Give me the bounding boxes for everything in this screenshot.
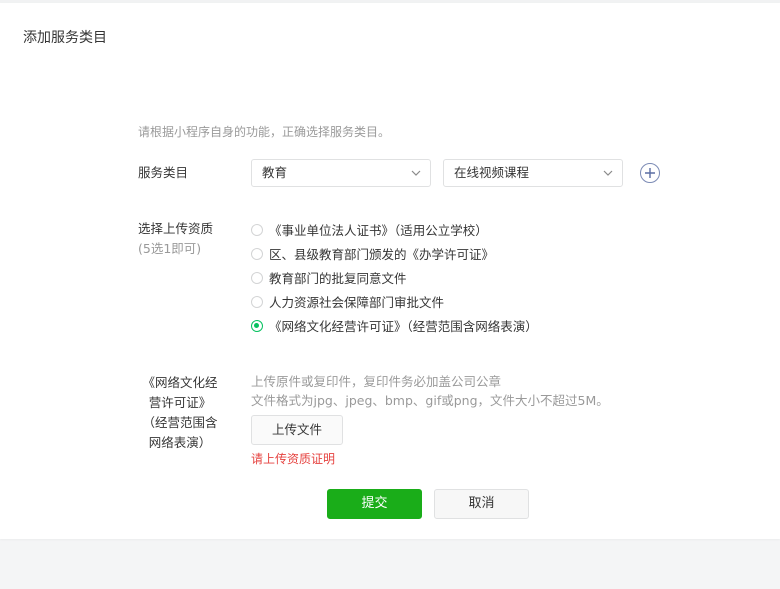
radio-circle[interactable]: [251, 296, 263, 308]
qualification-option[interactable]: 区、县级教育部门颁发的《办学许可证》: [251, 243, 538, 267]
qualification-option[interactable]: 人力资源社会保障部门审批文件: [251, 291, 538, 315]
upload-label-line: 营许可证》: [148, 395, 212, 410]
qualification-option-label: 区、县级教育部门颁发的《办学许可证》: [269, 247, 495, 262]
qualification-label: 选择上传资质 (5选1即可): [138, 219, 213, 259]
category-label: 服务类目: [138, 165, 189, 180]
upload-desc-line: 上传原件或复印件，复印件务必加盖公司公章: [251, 374, 502, 389]
chevron-down-icon: [411, 170, 421, 176]
upload-label-line: 《网络文化经: [142, 375, 218, 390]
upload-file-button[interactable]: 上传文件: [251, 415, 343, 445]
category-primary-select[interactable]: 教育: [251, 159, 431, 187]
qualification-option[interactable]: 教育部门的批复同意文件: [251, 267, 538, 291]
dialog-title: 添加服务类目: [23, 30, 107, 46]
add-category-panel: 添加服务类目 请根据小程序自身的功能，正确选择服务类目。 服务类目 教育 在线视…: [0, 3, 780, 539]
plus-icon: [645, 168, 655, 178]
category-secondary-select[interactable]: 在线视频课程: [443, 159, 623, 187]
qualification-option[interactable]: 《事业单位法人证书》（适用公立学校）: [251, 219, 538, 243]
upload-label-line: 网络表演）: [148, 435, 212, 450]
qualification-option-label: 《事业单位法人证书》（适用公立学校）: [269, 223, 488, 238]
category-secondary-value: 在线视频课程: [454, 165, 530, 180]
radio-circle-checked[interactable]: [251, 320, 263, 332]
radio-circle[interactable]: [251, 224, 263, 236]
category-primary-value: 教育: [262, 165, 288, 180]
qualification-option-label: 《网络文化经营许可证》（经营范围含网络表演）: [269, 319, 538, 334]
hint-text: 请根据小程序自身的功能，正确选择服务类目。: [138, 125, 391, 139]
chevron-down-icon: [603, 170, 613, 176]
add-category-button[interactable]: [640, 163, 660, 183]
qualification-option-selected[interactable]: 《网络文化经营许可证》（经营范围含网络表演）: [251, 315, 538, 339]
qualification-label-text: 选择上传资质: [138, 221, 214, 236]
upload-description: 上传原件或复印件，复印件务必加盖公司公章 文件格式为jpg、jpeg、bmp、g…: [251, 372, 609, 410]
upload-field-label: 《网络文化经 营许可证》 （经营范围含 网络表演）: [138, 373, 222, 453]
qualification-option-label: 人力资源社会保障部门审批文件: [269, 295, 445, 310]
qualification-radio-group: 《事业单位法人证书》（适用公立学校） 区、县级教育部门颁发的《办学许可证》 教育…: [251, 219, 538, 339]
radio-circle[interactable]: [251, 248, 263, 260]
qualification-option-label: 教育部门的批复同意文件: [269, 271, 407, 286]
radio-circle[interactable]: [251, 272, 263, 284]
qualification-sub-label: (5选1即可): [138, 241, 202, 256]
submit-button[interactable]: 提交: [327, 489, 422, 519]
upload-error-message: 请上传资质证明: [251, 452, 336, 466]
upload-desc-line: 文件格式为jpg、jpeg、bmp、gif或png，文件大小不超过5M。: [251, 393, 609, 408]
cancel-button[interactable]: 取消: [434, 489, 529, 519]
upload-label-line: （经营范围含: [142, 415, 218, 430]
